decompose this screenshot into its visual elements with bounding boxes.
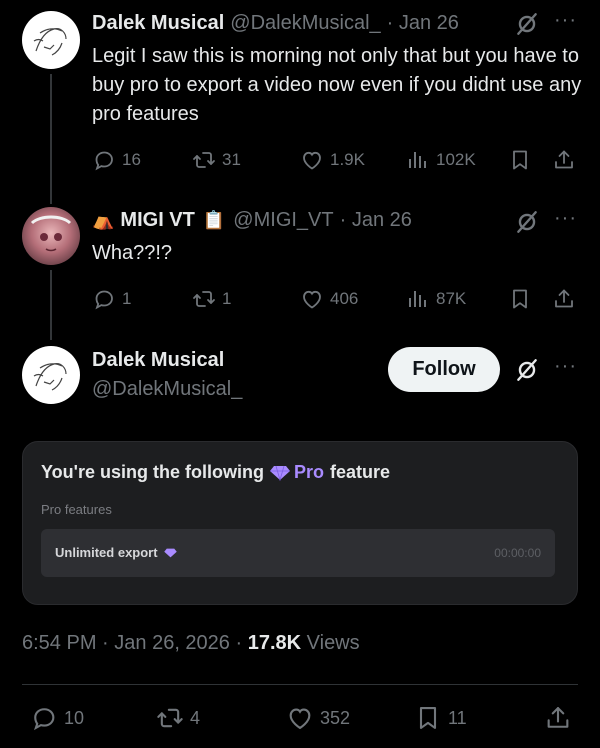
like-button[interactable]: 406 (300, 284, 358, 314)
repost-button[interactable]: 4 (156, 703, 200, 733)
post-date[interactable]: Jan 26, 2026 (114, 632, 230, 654)
card-subtitle: Pro features (41, 502, 112, 517)
avatar[interactable] (22, 346, 80, 404)
avatar[interactable] (22, 207, 80, 265)
card-title-prefix: You're using the following (41, 462, 264, 482)
bookmark-icon (508, 287, 532, 311)
action-bar: 1 1 406 87K (92, 284, 582, 314)
views-icon (406, 287, 430, 311)
more-icon[interactable]: ··· (554, 9, 577, 32)
like-icon (286, 704, 314, 732)
reply-count: 16 (122, 150, 141, 169)
repost-icon (192, 287, 216, 311)
bookmark-button[interactable]: 11 (414, 703, 467, 733)
tweet-date[interactable]: · Jan 26 (340, 209, 412, 232)
post-time[interactable]: 6:54 PM (22, 632, 96, 654)
bookmark-icon (508, 148, 532, 172)
repost-button[interactable]: 1 (192, 284, 231, 314)
feature-time: 00:00:00 (494, 546, 541, 560)
bookmark-button[interactable] (508, 145, 538, 175)
share-button[interactable] (552, 145, 582, 175)
tweet-date[interactable]: · Jan 26 (387, 12, 459, 35)
repost-button[interactable]: 31 (192, 145, 241, 175)
user-handle[interactable]: @DalekMusical_ (92, 378, 242, 401)
tweet-text: Wha??!? (92, 242, 173, 264)
thread-line (50, 74, 52, 204)
reply-icon (92, 148, 116, 172)
attached-image[interactable]: You're using the following Pro feature P… (22, 441, 578, 605)
reply-count: 1 (122, 289, 132, 308)
action-bar: 16 31 1.9K 102K (92, 145, 582, 175)
repost-icon (192, 148, 216, 172)
clipboard-icon: 📋 (202, 210, 226, 230)
follow-button[interactable]: Follow (388, 347, 500, 392)
reply-button[interactable]: 10 (30, 703, 84, 733)
views-button[interactable]: 87K (406, 284, 466, 314)
feature-label: Unlimited export (55, 545, 158, 560)
circus-tent-icon: ⛺ (92, 210, 115, 230)
repost-icon (156, 704, 184, 732)
diamond-icon (163, 548, 177, 557)
views-button[interactable]: 102K (406, 145, 476, 175)
tweet-text: Legit I saw this is morning not only tha… (92, 45, 582, 125)
tweet-header: ⛺ MIGI VT 📋 @MIGI_VT · Jan 26 (92, 209, 412, 232)
user-handle[interactable]: @DalekMusical_ (230, 12, 380, 35)
grok-icon[interactable] (514, 357, 540, 383)
card-title: You're using the following Pro feature (41, 462, 390, 483)
more-icon[interactable]: ··· (554, 207, 577, 230)
feature-label-wrap: Unlimited export (55, 545, 177, 560)
like-count: 352 (320, 708, 351, 728)
bookmark-button[interactable] (508, 284, 538, 314)
like-count: 406 (330, 289, 359, 308)
reply-button[interactable]: 1 (92, 284, 131, 314)
like-icon (300, 287, 324, 311)
tweet-header: Dalek Musical @DalekMusical_ · Jan 26 (92, 12, 459, 35)
author-name-row: Dalek Musical (92, 349, 224, 372)
card-title-pro: Pro (293, 462, 324, 482)
display-name[interactable]: Dalek Musical (92, 12, 224, 35)
grok-icon[interactable] (514, 209, 540, 235)
display-name[interactable]: Dalek Musical (92, 349, 224, 372)
separator: · (235, 632, 248, 654)
diamond-icon (269, 465, 290, 481)
separator: · (102, 632, 115, 654)
bookmark-count: 11 (448, 708, 467, 728)
reply-icon (30, 704, 58, 732)
like-icon (300, 148, 324, 172)
user-handle[interactable]: @MIGI_VT (233, 209, 333, 232)
reply-count: 10 (64, 708, 85, 728)
reply-button[interactable]: 16 (92, 145, 141, 175)
card-title-suffix: feature (329, 462, 390, 482)
grok-icon[interactable] (514, 11, 540, 37)
more-icon[interactable]: ··· (554, 355, 577, 378)
display-name[interactable]: MIGI VT (120, 209, 194, 232)
feature-row: Unlimited export 00:00:00 (41, 529, 555, 577)
repost-count: 1 (222, 289, 232, 308)
repost-count: 4 (190, 708, 201, 728)
repost-count: 31 (222, 150, 241, 169)
share-icon (552, 148, 576, 172)
author-handle-row: @DalekMusical_ (92, 378, 242, 401)
like-count: 1.9K (330, 150, 365, 169)
bookmark-icon (414, 704, 442, 732)
views-count: 102K (436, 150, 476, 169)
reply-icon (92, 287, 116, 311)
like-button[interactable]: 352 (286, 703, 350, 733)
action-bar: 10 4 352 11 (22, 703, 578, 733)
views-count: 87K (436, 289, 467, 308)
views-label: Views (306, 632, 360, 654)
divider (22, 684, 578, 685)
share-icon (544, 704, 572, 732)
tweet-timestamp: 6:54 PM · Jan 26, 2026 · 17.8K Views (22, 632, 360, 655)
like-button[interactable]: 1.9K (300, 145, 365, 175)
share-button[interactable] (544, 703, 578, 733)
thread-line (50, 270, 52, 340)
avatar[interactable] (22, 11, 80, 69)
views-icon (406, 148, 430, 172)
share-icon (552, 287, 576, 311)
share-button[interactable] (552, 284, 582, 314)
views-total: 17.8K (247, 632, 302, 654)
